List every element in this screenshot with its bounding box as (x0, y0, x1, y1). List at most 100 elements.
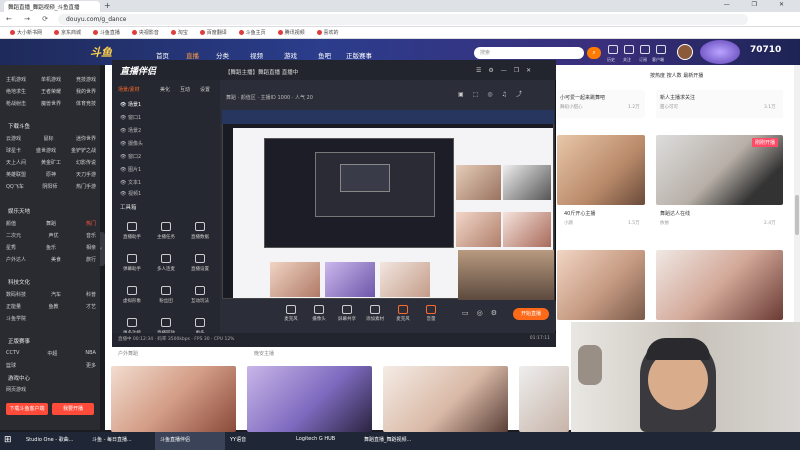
history-icon[interactable] (608, 45, 618, 54)
sidebar-row[interactable]: 户外达人 美食 旅行 (6, 256, 96, 263)
tool-item[interactable]: 弹幕助手 (115, 254, 149, 272)
taskbar-item[interactable]: 斗鱼直播伴侣 (160, 436, 190, 443)
stream-thumbnail[interactable] (247, 366, 372, 432)
new-tab-icon[interactable]: + (104, 1, 111, 10)
card-title[interactable]: 新人主播求关注 (660, 94, 695, 101)
bookmark[interactable]: 淘宝 (171, 29, 188, 36)
tool-window-controls[interactable]: ☰⚙—❐✕ (476, 67, 538, 74)
url-input[interactable]: douyu.com/g_dance (58, 14, 748, 25)
nav-category[interactable]: 分类 (216, 50, 229, 60)
browser-tab[interactable]: 舞蹈直播_舞蹈视频_斗鱼直播 (4, 1, 100, 12)
nav-home[interactable]: 首页 (156, 50, 169, 60)
sidebar-row[interactable]: 球星卡 盛世游戏 金铲铲之战 (6, 147, 96, 154)
start-stream-button[interactable]: 我要开播 (52, 403, 94, 415)
card-title[interactable]: 舞蹈达人在线 (660, 210, 690, 217)
avatar[interactable] (677, 44, 693, 60)
nav-video[interactable]: 视频 (250, 50, 263, 60)
nav-games[interactable]: 游戏 (284, 50, 297, 60)
sidebar-row[interactable]: 二次元 声优 音乐 (6, 232, 96, 239)
nav-yuba[interactable]: 鱼吧 (318, 50, 331, 60)
taskbar-item[interactable]: 斗鱼 - 每日直播... (92, 436, 132, 443)
sidebar-row[interactable]: 天上人间 黄金矿工 幻影传说 (6, 159, 96, 166)
scene-item[interactable]: 👁 视频1 (120, 190, 141, 197)
scrollbar-thumb[interactable] (795, 195, 799, 235)
mic-control[interactable]: 麦克风 (280, 305, 302, 322)
follow-icon[interactable] (624, 45, 634, 54)
volume-icon[interactable]: 音量 (420, 305, 442, 322)
scene-item[interactable]: 👁 摄像头 (120, 140, 143, 147)
stream-thumbnail[interactable] (383, 366, 508, 432)
scene-item[interactable]: 👁 图片1 (120, 166, 141, 173)
nav-live[interactable]: 直播 (186, 50, 199, 60)
window-controls[interactable]: — ❐ ✕ (724, 1, 794, 8)
tool-item[interactable]: 多人连麦 (149, 254, 183, 272)
bookmark[interactable]: 斗鱼主页 (239, 29, 266, 36)
sidebar-row[interactable]: 颜值 舞蹈 热门 (6, 220, 96, 227)
bookmark[interactable]: 腾讯视频 (278, 29, 305, 36)
sidebar-row[interactable]: 云游戏 鼠标 迷你世界 (6, 135, 96, 142)
sidebar-row[interactable]: 斗鱼学院 (6, 315, 96, 322)
taskbar-item[interactable]: 舞蹈直播_舞蹈视频... (364, 436, 411, 443)
stream-thumbnail[interactable] (519, 366, 569, 432)
download-client-button[interactable]: 下载斗鱼客户端 (6, 403, 48, 415)
tab-interact[interactable]: 互动 (180, 86, 190, 93)
sidebar-row[interactable]: 绝地求生 王者荣耀 我的世界 (6, 88, 96, 95)
bookmark[interactable]: 京东商城 (54, 29, 81, 36)
start-live-button[interactable]: 开始直播 (513, 308, 549, 320)
bookmark[interactable]: 百度翻译 (200, 29, 227, 36)
site-search-input[interactable]: 搜索 (474, 47, 584, 59)
sidebar-row[interactable]: 星秀 鱼乐 相亲 (6, 244, 96, 251)
sort-options[interactable]: 按热度 按人数 最新开播 (650, 72, 703, 79)
card-title[interactable]: 晚安主播 (254, 350, 274, 357)
card-title[interactable]: 小可爱一起来跳舞吧 (560, 94, 605, 101)
sidebar-row[interactable]: 数码科技 汽车 科普 (6, 291, 96, 298)
bookmark[interactable]: 喜欢的 (317, 29, 339, 36)
bookmark[interactable]: 大小新书网 (10, 29, 42, 36)
scene-item[interactable]: 👁 文本1 (120, 179, 141, 186)
tool-header-icons[interactable]: ▣⬚◎♫⤴ (458, 89, 531, 98)
add-source-control[interactable]: 添加素材 (364, 305, 386, 322)
client-icon[interactable] (656, 45, 666, 54)
screen-share-control[interactable]: 屏幕共享 (336, 305, 358, 322)
sidebar-row[interactable]: 正能量 鱼教 才艺 (6, 303, 96, 310)
stream-thumbnail[interactable] (557, 135, 645, 205)
tool-item[interactable]: 粉丝团 (149, 286, 183, 304)
windows-start-icon[interactable]: ⊞ (4, 435, 12, 445)
bookmark[interactable]: 斗鱼直播 (93, 29, 120, 36)
scene-item[interactable]: 👁 窗口1 (120, 114, 141, 121)
tool-item[interactable]: 互动玩法 (183, 286, 217, 304)
sidebar-row[interactable]: 篮球 更多 (6, 362, 96, 369)
taskbar-item[interactable]: Logitech G HUB (296, 436, 335, 442)
tab-scenes[interactable]: 场景/素材 (118, 86, 140, 93)
stream-thumbnail[interactable] (111, 366, 236, 432)
sidebar-row[interactable]: 网页游戏 (6, 386, 96, 393)
taskbar-item[interactable]: YY语音 (230, 436, 246, 443)
scene-item[interactable]: 👁 场景2 (120, 127, 141, 134)
tool-item[interactable]: 直播数据 (183, 222, 217, 240)
subscribe-icon[interactable] (640, 45, 650, 54)
site-logo[interactable]: 斗鱼 (90, 44, 112, 60)
microphone-icon[interactable]: 麦克风 (392, 305, 414, 322)
card-title[interactable]: 40斤开心主播 (564, 210, 595, 217)
tool-room-title[interactable]: 【舞蹈主播】舞蹈直播 直播中 (225, 68, 298, 76)
tool-item[interactable]: 主播任务 (149, 222, 183, 240)
scene-item[interactable]: 👁 窗口2 (120, 153, 141, 160)
tab-settings[interactable]: 设置 (200, 86, 210, 93)
nav-events[interactable]: 正版赛事 (346, 50, 372, 60)
sidebar-row[interactable]: CCTV 中超 NBA (6, 350, 96, 357)
card-title[interactable]: 户外舞蹈 (118, 350, 138, 357)
scene-item[interactable]: 👁 场景1 (120, 101, 141, 108)
sidebar-row[interactable]: 主机游戏 单机游戏 竞技游戏 (6, 76, 96, 83)
tool-extra-icons[interactable]: ▭◎⚙ (462, 309, 505, 317)
tab-beauty[interactable]: 美化 (160, 86, 170, 93)
search-icon[interactable]: ⌕ (587, 47, 601, 59)
camera-control[interactable]: 摄像头 (308, 305, 330, 322)
tool-item[interactable]: 虚拟形象 (115, 286, 149, 304)
tool-item[interactable]: 直播助手 (115, 222, 149, 240)
bookmark[interactable]: 央视影音 (132, 29, 159, 36)
sidebar-row[interactable]: 英雄联盟 原神 天刀手游 (6, 171, 96, 178)
taskbar-item[interactable]: Studio One - 歌曲... (26, 436, 73, 443)
stream-thumbnail[interactable] (557, 250, 645, 320)
sidebar-row[interactable]: 枪战射击 魔兽世界 体育竞技 (6, 100, 96, 107)
sidebar-row[interactable]: QQ飞车 阴阳师 热门手游 (6, 183, 96, 190)
